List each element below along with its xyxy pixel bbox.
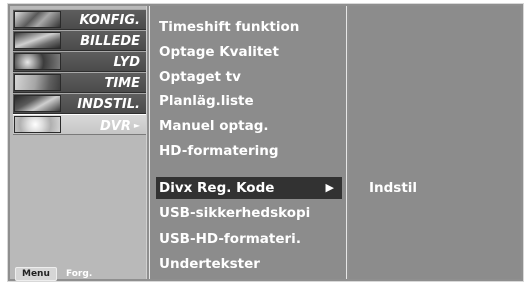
submenu-item[interactable]: Optaget tv xyxy=(156,66,342,88)
picture-icon xyxy=(14,32,61,49)
category-label: KONFIG. xyxy=(79,13,141,28)
submenu-item[interactable]: Planläg.liste xyxy=(156,90,342,112)
category-label: BILLEDE xyxy=(80,34,140,49)
submenu-item[interactable]: Timeshift funktion xyxy=(156,16,342,38)
category-label: DVR ► xyxy=(99,119,140,134)
category-label: LYD xyxy=(113,55,140,70)
category-indstil[interactable]: INDSTIL. xyxy=(13,93,146,114)
disc-icon xyxy=(14,116,61,133)
category-dvr[interactable]: DVR ► xyxy=(13,114,146,135)
menu-hint: Menu Forg. xyxy=(15,263,93,281)
osd-menu-frame: KONFIG. BILLEDE LYD TIME INDSTIL. DVR ► M… xyxy=(7,3,524,282)
submenu-item[interactable]: Optage Kvalitet xyxy=(156,41,342,63)
dvr-submenu: Timeshift funktion Optage Kvalitet Optag… xyxy=(149,6,347,279)
category-lyd[interactable]: LYD xyxy=(13,51,146,72)
submenu-item[interactable]: HD-formatering xyxy=(156,140,342,162)
submenu-item[interactable]: USB-HD-formateri. xyxy=(156,228,342,250)
submenu-item-label: Divx Reg. Kode xyxy=(159,180,275,196)
menu-hint-text: Forg. xyxy=(65,268,93,279)
submenu-item[interactable]: Manuel optag. xyxy=(156,115,342,137)
submenu-item[interactable]: Undertekster xyxy=(156,253,342,275)
category-billede[interactable]: BILLEDE xyxy=(13,30,146,51)
submenu-item[interactable]: USB-sikkerhedskopi xyxy=(156,202,342,224)
clock-icon xyxy=(14,74,61,91)
category-time[interactable]: TIME xyxy=(13,72,146,93)
category-sidebar: KONFIG. BILLEDE LYD TIME INDSTIL. DVR ► M… xyxy=(10,6,147,281)
antenna-icon xyxy=(14,11,61,28)
category-konfig[interactable]: KONFIG. xyxy=(13,9,146,30)
option-icon xyxy=(14,95,61,112)
option-panel: Indstil xyxy=(349,6,521,279)
chevron-right-icon: ► xyxy=(133,121,140,130)
option-indstil[interactable]: Indstil xyxy=(369,177,417,199)
menu-key: Menu xyxy=(15,266,57,281)
category-label: INDSTIL. xyxy=(77,97,140,112)
speaker-icon xyxy=(14,53,61,70)
category-label: TIME xyxy=(104,76,140,91)
submenu-item-selected[interactable]: Divx Reg. Kode ▶ xyxy=(156,177,342,199)
play-right-icon: ▶ xyxy=(325,181,334,194)
